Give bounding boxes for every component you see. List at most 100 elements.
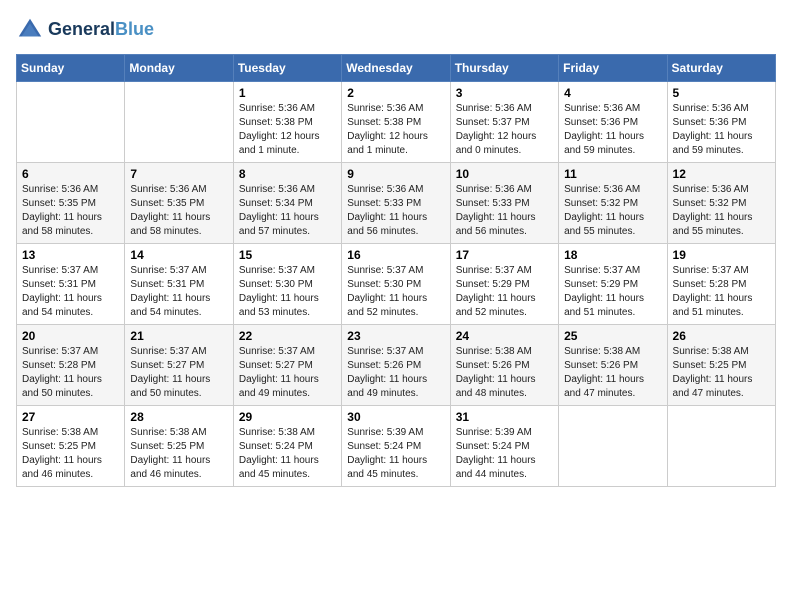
calendar-day-cell: 21 Sunrise: 5:37 AM Sunset: 5:27 PM Dayli… — [125, 325, 233, 406]
calendar-week-row: 13 Sunrise: 5:37 AM Sunset: 5:31 PM Dayli… — [17, 244, 776, 325]
day-detail: Sunrise: 5:37 AM Sunset: 5:26 PM Dayligh… — [347, 345, 444, 401]
calendar-day-cell: 12 Sunrise: 5:36 AM Sunset: 5:32 PM Dayli… — [667, 163, 775, 244]
day-detail: Sunrise: 5:38 AM Sunset: 5:25 PM Dayligh… — [130, 426, 227, 482]
weekday-header: Monday — [125, 55, 233, 82]
day-number: 17 — [456, 248, 553, 262]
day-number: 18 — [564, 248, 661, 262]
calendar-day-cell: 17 Sunrise: 5:37 AM Sunset: 5:29 PM Dayli… — [450, 244, 558, 325]
day-detail: Sunrise: 5:37 AM Sunset: 5:28 PM Dayligh… — [22, 345, 119, 401]
calendar-day-cell: 27 Sunrise: 5:38 AM Sunset: 5:25 PM Dayli… — [17, 406, 125, 487]
day-number: 13 — [22, 248, 119, 262]
day-number: 15 — [239, 248, 336, 262]
day-detail: Sunrise: 5:36 AM Sunset: 5:38 PM Dayligh… — [239, 102, 336, 158]
day-number: 27 — [22, 410, 119, 424]
day-detail: Sunrise: 5:38 AM Sunset: 5:24 PM Dayligh… — [239, 426, 336, 482]
day-number: 30 — [347, 410, 444, 424]
calendar-day-cell: 7 Sunrise: 5:36 AM Sunset: 5:35 PM Daylig… — [125, 163, 233, 244]
calendar-day-cell: 4 Sunrise: 5:36 AM Sunset: 5:36 PM Daylig… — [559, 82, 667, 163]
calendar-day-cell — [667, 406, 775, 487]
day-detail: Sunrise: 5:39 AM Sunset: 5:24 PM Dayligh… — [347, 426, 444, 482]
day-detail: Sunrise: 5:39 AM Sunset: 5:24 PM Dayligh… — [456, 426, 553, 482]
day-detail: Sunrise: 5:37 AM Sunset: 5:29 PM Dayligh… — [564, 264, 661, 320]
calendar-day-cell: 15 Sunrise: 5:37 AM Sunset: 5:30 PM Dayli… — [233, 244, 341, 325]
day-detail: Sunrise: 5:36 AM Sunset: 5:37 PM Dayligh… — [456, 102, 553, 158]
calendar-day-cell: 6 Sunrise: 5:36 AM Sunset: 5:35 PM Daylig… — [17, 163, 125, 244]
day-detail: Sunrise: 5:38 AM Sunset: 5:26 PM Dayligh… — [456, 345, 553, 401]
day-number: 7 — [130, 167, 227, 181]
logo: GeneralBlue — [16, 16, 154, 44]
weekday-header: Sunday — [17, 55, 125, 82]
day-number: 25 — [564, 329, 661, 343]
day-number: 28 — [130, 410, 227, 424]
logo-text: GeneralBlue — [48, 20, 154, 40]
calendar-day-cell: 28 Sunrise: 5:38 AM Sunset: 5:25 PM Dayli… — [125, 406, 233, 487]
day-number: 12 — [673, 167, 770, 181]
day-detail: Sunrise: 5:36 AM Sunset: 5:36 PM Dayligh… — [673, 102, 770, 158]
day-detail: Sunrise: 5:36 AM Sunset: 5:35 PM Dayligh… — [130, 183, 227, 239]
weekday-header: Saturday — [667, 55, 775, 82]
calendar-day-cell: 2 Sunrise: 5:36 AM Sunset: 5:38 PM Daylig… — [342, 82, 450, 163]
calendar-day-cell — [559, 406, 667, 487]
calendar-table: SundayMondayTuesdayWednesdayThursdayFrid… — [16, 54, 776, 487]
day-number: 2 — [347, 86, 444, 100]
day-detail: Sunrise: 5:36 AM Sunset: 5:34 PM Dayligh… — [239, 183, 336, 239]
day-detail: Sunrise: 5:37 AM Sunset: 5:27 PM Dayligh… — [239, 345, 336, 401]
calendar-body: 1 Sunrise: 5:36 AM Sunset: 5:38 PM Daylig… — [17, 82, 776, 487]
day-number: 21 — [130, 329, 227, 343]
day-detail: Sunrise: 5:37 AM Sunset: 5:27 PM Dayligh… — [130, 345, 227, 401]
logo-icon — [16, 16, 44, 44]
calendar-day-cell: 24 Sunrise: 5:38 AM Sunset: 5:26 PM Dayli… — [450, 325, 558, 406]
calendar-day-cell: 31 Sunrise: 5:39 AM Sunset: 5:24 PM Dayli… — [450, 406, 558, 487]
weekday-header: Thursday — [450, 55, 558, 82]
day-number: 22 — [239, 329, 336, 343]
day-number: 11 — [564, 167, 661, 181]
day-number: 26 — [673, 329, 770, 343]
day-detail: Sunrise: 5:36 AM Sunset: 5:35 PM Dayligh… — [22, 183, 119, 239]
day-detail: Sunrise: 5:37 AM Sunset: 5:29 PM Dayligh… — [456, 264, 553, 320]
calendar-day-cell: 9Sunrise: 5:36 AM Sunset: 5:33 PM Daylig… — [342, 163, 450, 244]
calendar-day-cell: 22 Sunrise: 5:37 AM Sunset: 5:27 PM Dayli… — [233, 325, 341, 406]
calendar-day-cell: 16 Sunrise: 5:37 AM Sunset: 5:30 PM Dayli… — [342, 244, 450, 325]
day-detail: Sunrise: 5:37 AM Sunset: 5:30 PM Dayligh… — [347, 264, 444, 320]
calendar-week-row: 1 Sunrise: 5:36 AM Sunset: 5:38 PM Daylig… — [17, 82, 776, 163]
day-number: 24 — [456, 329, 553, 343]
calendar-day-cell: 14Sunrise: 5:37 AM Sunset: 5:31 PM Dayli… — [125, 244, 233, 325]
weekday-header: Friday — [559, 55, 667, 82]
calendar-day-cell: 19 Sunrise: 5:37 AM Sunset: 5:28 PM Dayli… — [667, 244, 775, 325]
calendar-day-cell: 13 Sunrise: 5:37 AM Sunset: 5:31 PM Dayli… — [17, 244, 125, 325]
day-detail: Sunrise: 5:36 AM Sunset: 5:36 PM Dayligh… — [564, 102, 661, 158]
day-detail: Sunrise: 5:38 AM Sunset: 5:25 PM Dayligh… — [22, 426, 119, 482]
day-number: 16 — [347, 248, 444, 262]
day-number: 23 — [347, 329, 444, 343]
day-number: 5 — [673, 86, 770, 100]
weekday-header: Tuesday — [233, 55, 341, 82]
calendar-day-cell: 30 Sunrise: 5:39 AM Sunset: 5:24 PM Dayli… — [342, 406, 450, 487]
calendar-day-cell: 3Sunrise: 5:36 AM Sunset: 5:37 PM Daylig… — [450, 82, 558, 163]
day-detail: Sunrise: 5:36 AM Sunset: 5:32 PM Dayligh… — [673, 183, 770, 239]
calendar-week-row: 6 Sunrise: 5:36 AM Sunset: 5:35 PM Daylig… — [17, 163, 776, 244]
day-number: 19 — [673, 248, 770, 262]
day-number: 6 — [22, 167, 119, 181]
calendar-day-cell: 5 Sunrise: 5:36 AM Sunset: 5:36 PM Daylig… — [667, 82, 775, 163]
day-detail: Sunrise: 5:37 AM Sunset: 5:30 PM Dayligh… — [239, 264, 336, 320]
day-detail: Sunrise: 5:38 AM Sunset: 5:26 PM Dayligh… — [564, 345, 661, 401]
day-detail: Sunrise: 5:37 AM Sunset: 5:31 PM Dayligh… — [22, 264, 119, 320]
day-detail: Sunrise: 5:37 AM Sunset: 5:28 PM Dayligh… — [673, 264, 770, 320]
calendar-day-cell: 29 Sunrise: 5:38 AM Sunset: 5:24 PM Dayli… — [233, 406, 341, 487]
day-number: 14 — [130, 248, 227, 262]
calendar-day-cell: 1 Sunrise: 5:36 AM Sunset: 5:38 PM Daylig… — [233, 82, 341, 163]
calendar-day-cell: 25 Sunrise: 5:38 AM Sunset: 5:26 PM Dayli… — [559, 325, 667, 406]
day-detail: Sunrise: 5:36 AM Sunset: 5:33 PM Dayligh… — [456, 183, 553, 239]
day-number: 10 — [456, 167, 553, 181]
calendar-day-cell: 26Sunrise: 5:38 AM Sunset: 5:25 PM Dayli… — [667, 325, 775, 406]
day-detail: Sunrise: 5:36 AM Sunset: 5:38 PM Dayligh… — [347, 102, 444, 158]
day-number: 20 — [22, 329, 119, 343]
day-number: 1 — [239, 86, 336, 100]
day-number: 29 — [239, 410, 336, 424]
day-number: 4 — [564, 86, 661, 100]
page-header: GeneralBlue — [16, 16, 776, 44]
calendar-day-cell: 20 Sunrise: 5:37 AM Sunset: 5:28 PM Dayli… — [17, 325, 125, 406]
day-number: 31 — [456, 410, 553, 424]
calendar-week-row: 20 Sunrise: 5:37 AM Sunset: 5:28 PM Dayli… — [17, 325, 776, 406]
calendar-day-cell — [125, 82, 233, 163]
